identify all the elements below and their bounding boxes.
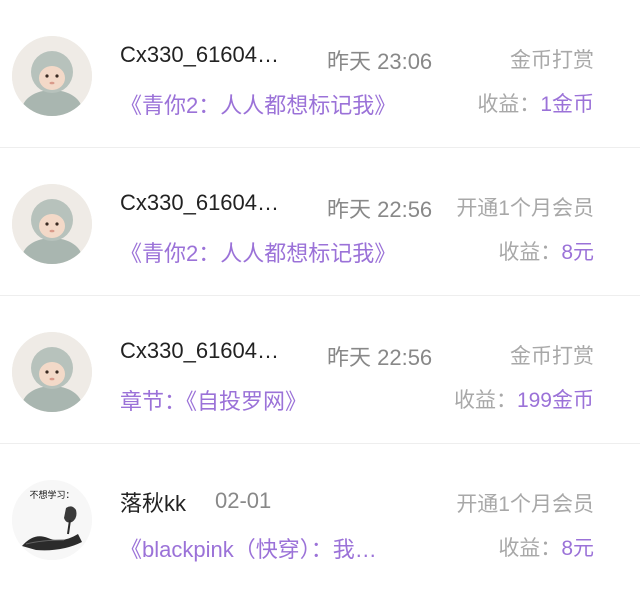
record-income: 收益：8元 (498, 532, 594, 562)
record-row[interactable]: Cx330_61604… 昨天 23:06 金币打赏 《青你2：人人都想标记我》… (0, 0, 640, 148)
baby-avatar-icon[interactable] (12, 184, 92, 264)
income-label: 收益： (453, 389, 517, 412)
baby-avatar-icon[interactable] (12, 332, 92, 412)
income-value: 8元 (561, 241, 594, 264)
record-subject[interactable]: 《青你2：人人都想标记我》 (120, 88, 396, 120)
user-name: Cx330_61604… (120, 338, 280, 363)
sketch-avatar-icon[interactable]: 不想学习： (12, 480, 92, 560)
user-name: 落秋kk (120, 491, 187, 516)
income-value: 8元 (561, 537, 594, 560)
record-subject[interactable]: 章节：《自投罗网》 (120, 384, 307, 416)
record-type: 金币打赏 (510, 345, 594, 368)
record-time: 02-01 (215, 488, 272, 513)
record-time: 昨天 22:56 (327, 345, 433, 370)
income-label: 收益： (498, 241, 562, 264)
record-income: 收益：8元 (498, 236, 594, 266)
record-type: 开通1个月会员 (456, 197, 594, 220)
record-subject[interactable]: 《blackpink（快穿）：我… (120, 532, 377, 564)
record-row[interactable]: Cx330_61604… 昨天 22:56 开通1个月会员 《青你2：人人都想标… (0, 148, 640, 296)
income-value: 1金币 (540, 93, 594, 116)
income-value: 199金币 (516, 389, 594, 412)
income-record-list: Cx330_61604… 昨天 23:06 金币打赏 《青你2：人人都想标记我》… (0, 0, 640, 593)
record-row[interactable]: 不想学习： 落秋kk 02-01 开通1个月会员 《blackpink（快穿）：… (0, 444, 640, 592)
record-type: 金币打赏 (510, 49, 594, 72)
record-income: 收益：199金币 (454, 384, 594, 414)
record-income: 收益：1金币 (477, 88, 594, 118)
svg-text:不想学习：: 不想学习： (29, 489, 74, 501)
income-label: 收益： (498, 537, 562, 560)
baby-avatar-icon[interactable] (12, 36, 92, 116)
record-time: 昨天 22:56 (327, 197, 433, 222)
record-time: 昨天 23:06 (327, 49, 433, 74)
record-subject[interactable]: 《青你2：人人都想标记我》 (120, 236, 396, 268)
user-name: Cx330_61604… (120, 42, 280, 67)
user-name: Cx330_61604… (120, 190, 280, 215)
income-label: 收益： (477, 93, 541, 116)
record-row[interactable]: Cx330_61604… 昨天 22:56 金币打赏 章节：《自投罗网》 收益：… (0, 296, 640, 444)
record-type: 开通1个月会员 (456, 493, 594, 516)
